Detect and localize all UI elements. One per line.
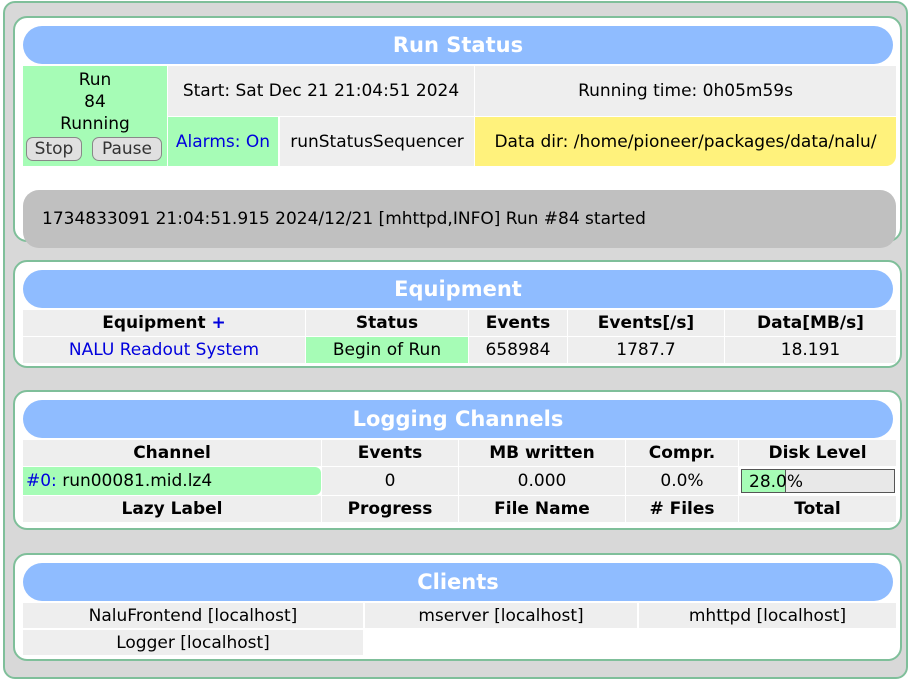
client-item: mserver [localhost] (365, 603, 637, 628)
pause-button[interactable]: Pause (92, 137, 162, 161)
logging-panel: Logging Channels Channel Events MB writt… (13, 390, 902, 530)
running-time: Running time: 0h05m59s (475, 66, 896, 116)
alarms-value[interactable]: On (246, 132, 270, 152)
run-number: 84 (84, 92, 106, 112)
equipment-data-rate: 18.191 (725, 337, 896, 363)
clients-panel: Clients NaluFrontend [localhost] mserver… (13, 553, 902, 661)
alarms-status[interactable]: Alarms: On (168, 117, 278, 166)
stop-button[interactable]: Stop (26, 137, 82, 161)
mb-written-col-header: MB written (459, 440, 625, 466)
run-status-header: Run Status (23, 26, 893, 64)
data-col-header: Data[MB/s] (725, 310, 896, 336)
sequencer-status[interactable]: runStatusSequencer (280, 117, 474, 166)
compression: 0.0% (626, 467, 738, 495)
run-status-title: Run Status (392, 33, 524, 57)
equipment-header: Equipment (23, 270, 893, 308)
data-dir: Data dir: /home/pioneer/packages/data/na… (475, 117, 896, 166)
equipment-title: Equipment (394, 277, 522, 301)
client-item: mhttpd [localhost] (639, 603, 896, 628)
rate-col-header: Events[/s] (568, 310, 724, 336)
client-item: Logger [localhost] (23, 630, 363, 655)
message-bar[interactable]: 1734833091 21:04:51.915 2024/12/21 [mhtt… (23, 190, 896, 248)
equipment-panel: Equipment Equipment + Status Events Even… (13, 260, 902, 368)
logging-header: Logging Channels (23, 400, 893, 438)
equipment-rate: 1787.7 (568, 337, 724, 363)
alarms-label[interactable]: Alarms: (176, 132, 241, 152)
client-item: NaluFrontend [localhost] (23, 603, 363, 628)
disk-level-text: 28.0% (749, 472, 804, 492)
add-equipment-icon[interactable]: + (212, 313, 226, 333)
equipment-name-link[interactable]: NALU Readout System (23, 337, 305, 363)
run-label: Run (78, 70, 112, 90)
status-col-header: Status (306, 310, 468, 336)
lazy-label-col-header: Lazy Label (23, 496, 321, 522)
equipment-col-header: Equipment + (23, 310, 305, 336)
last-message: 1734833091 21:04:51.915 2024/12/21 [mhtt… (42, 209, 646, 229)
logging-title: Logging Channels (352, 407, 564, 431)
compr-col-header: Compr. (626, 440, 738, 466)
events-col-header: Events (469, 310, 567, 336)
channel-col-header: Channel (23, 440, 321, 466)
file-name-col-header: File Name (459, 496, 625, 522)
start-time: Start: Sat Dec 21 21:04:51 2024 (168, 66, 474, 116)
equipment-events: 658984 (469, 337, 567, 363)
equipment-status: Begin of Run (306, 337, 468, 363)
channel-index-link[interactable]: #0: (26, 471, 57, 491)
clients-title: Clients (417, 570, 499, 594)
log-events-col-header: Events (322, 440, 458, 466)
files-col-header: # Files (626, 496, 738, 522)
run-status-panel: Run Status Run 84 Running Stop Pause Sta… (13, 16, 902, 248)
channel-cell[interactable]: #0: run00081.mid.lz4 (23, 467, 321, 495)
mb-written: 0.000 (459, 467, 625, 495)
disk-level-col-header: Disk Level (739, 440, 896, 466)
total-col-header: Total (739, 496, 896, 522)
disk-level-bar: 28.0% (741, 469, 895, 493)
progress-col-header: Progress (322, 496, 458, 522)
log-events: 0 (322, 467, 458, 495)
channel-filename: run00081.mid.lz4 (62, 471, 213, 491)
run-state-text: Running (60, 114, 130, 134)
clients-header: Clients (23, 563, 893, 601)
